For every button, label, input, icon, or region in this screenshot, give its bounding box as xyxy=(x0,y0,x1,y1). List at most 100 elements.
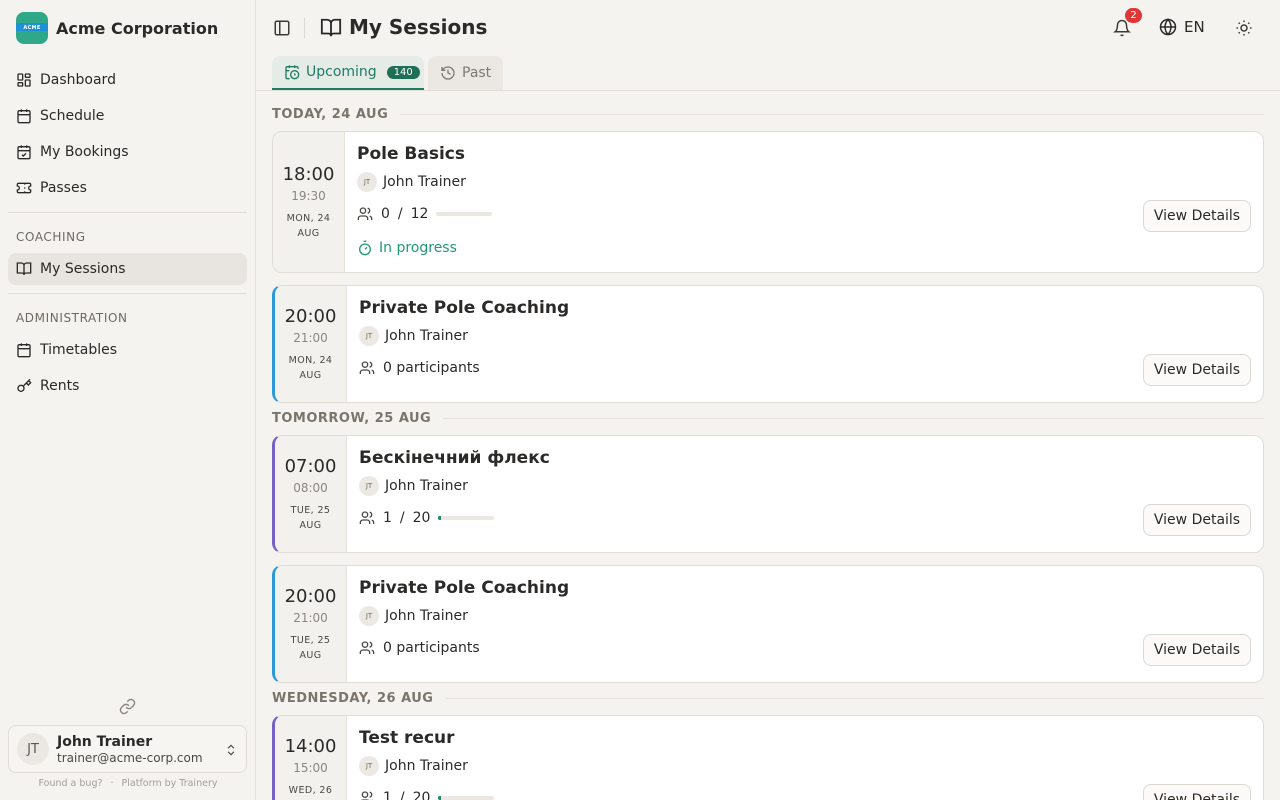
session-capacity: 1 / 20 xyxy=(359,790,495,800)
coaching-nav: My Sessions xyxy=(8,253,247,285)
users-icon xyxy=(361,791,373,800)
sidebar-item-dashboard[interactable]: Dashboard xyxy=(8,64,247,96)
session-start-time: 20:00 xyxy=(284,305,337,327)
trainer-name: John Trainer xyxy=(385,328,468,344)
brand[interactable]: ACME Acme Corporation xyxy=(16,12,218,44)
session-time: 18:00 19:30 MON, 24 AUG xyxy=(273,132,345,272)
report-bug-link[interactable]: Found a bug? xyxy=(39,778,103,789)
sidebar-item-label: Dashboard xyxy=(40,72,116,88)
tab-upcoming[interactable]: Upcoming 140 xyxy=(272,56,424,90)
sun-icon[interactable] xyxy=(1235,19,1253,37)
trainer-avatar: JT xyxy=(359,326,379,346)
session-end-time: 08:00 xyxy=(293,480,328,495)
tab-past[interactable]: Past xyxy=(428,56,503,90)
sidebar-item-my-bookings[interactable]: My Bookings xyxy=(8,136,247,168)
view-details-button[interactable]: View Details xyxy=(1143,354,1251,386)
day-heading: WEDNESDAY, 26 AUG xyxy=(272,691,1264,706)
notification-badge: 2 xyxy=(1125,8,1142,23)
sidebar-item-label: Timetables xyxy=(40,342,118,358)
footer-separator: · xyxy=(110,778,114,789)
status-label: In progress xyxy=(379,240,457,256)
sidebar-item-label: Rents xyxy=(40,378,80,394)
session-date: WED, 26 AUG xyxy=(288,785,333,796)
capacity-bar xyxy=(436,212,493,216)
user-name: John Trainer xyxy=(57,733,153,750)
chevrons-up-down-icon xyxy=(227,744,235,756)
trainer-avatar: JT xyxy=(359,756,379,776)
session-end-time: 21:00 xyxy=(293,330,328,345)
session-title: Private Pole Coaching xyxy=(359,298,570,318)
top-header: My Sessions 2 EN xyxy=(256,0,1280,56)
capacity-count: 20 xyxy=(412,790,431,800)
header-divider xyxy=(304,18,305,38)
calendar-icon xyxy=(17,109,31,124)
sidebar-item-schedule[interactable]: Schedule xyxy=(8,100,247,132)
session-body: Test recur JT John Trainer 1 / 20 xyxy=(359,716,1263,800)
capacity-separator: / xyxy=(399,510,405,526)
session-time: 20:00 21:00 TUE, 25 AUG xyxy=(275,566,347,682)
language-label: EN xyxy=(1184,18,1205,36)
capacity-bar-fill xyxy=(438,516,442,520)
platform-link[interactable]: Platform by Trainery xyxy=(122,778,218,789)
session-time: 14:00 15:00 WED, 26 AUG xyxy=(275,716,347,800)
sidebar-footer: Found a bug? · Platform by Trainery xyxy=(0,778,256,789)
ticket-icon xyxy=(16,182,32,194)
session-card: 18:00 19:30 MON, 24 AUG Pole Basics JT J… xyxy=(272,131,1264,273)
timer-icon xyxy=(359,240,371,256)
capacity-separator: / xyxy=(399,790,405,800)
coaching-heading: COACHING xyxy=(16,230,86,244)
session-end-time: 19:30 xyxy=(291,188,326,203)
sidebar-item-rents[interactable]: Rents xyxy=(8,370,247,402)
view-details-button[interactable]: View Details xyxy=(1143,504,1251,536)
session-title: Test recur xyxy=(359,728,455,748)
session-time: 07:00 08:00 TUE, 25 AUG xyxy=(275,436,347,552)
sidebar-item-my-sessions[interactable]: My Sessions xyxy=(8,253,247,285)
session-trainer: JT John Trainer xyxy=(359,326,468,346)
sidebar-item-label: My Sessions xyxy=(40,261,126,277)
session-title: Pole Basics xyxy=(357,144,465,164)
session-card: 14:00 15:00 WED, 26 AUG Test recur JT Jo… xyxy=(272,715,1264,800)
sidebar-item-timetables[interactable]: Timetables xyxy=(8,334,247,366)
view-details-button[interactable]: View Details xyxy=(1143,634,1251,666)
view-details-button[interactable]: View Details xyxy=(1143,200,1251,232)
sidebar-item-label: Schedule xyxy=(40,108,105,124)
day-heading: TODAY, 24 AUG xyxy=(272,107,1264,122)
trainer-name: John Trainer xyxy=(385,758,468,774)
session-body: Бескінечний флекс JT John Trainer 1 / 20 xyxy=(359,436,1263,552)
sidebar-item-passes[interactable]: Passes xyxy=(8,172,247,204)
session-card: 20:00 21:00 TUE, 25 AUG Private Pole Coa… xyxy=(272,565,1264,683)
session-date: MON, 24 AUG xyxy=(286,212,331,239)
sidebar-toggle-icon[interactable] xyxy=(273,19,291,37)
users-icon xyxy=(359,511,375,524)
tab-count-badge: 140 xyxy=(386,65,420,79)
link-icon[interactable] xyxy=(119,698,136,715)
capacity-separator: / xyxy=(397,206,403,222)
session-trainer: JT John Trainer xyxy=(359,606,468,626)
participants-label: 0 participants xyxy=(383,360,480,376)
session-body: Private Pole Coaching JT John Trainer 0 … xyxy=(359,566,1263,682)
trainer-avatar: JT xyxy=(359,476,379,496)
participants-label: 0 participants xyxy=(383,640,480,656)
users-icon xyxy=(357,207,373,220)
book-open-icon xyxy=(16,262,32,276)
user-menu[interactable]: JT John Trainer trainer@acme-corp.com xyxy=(8,725,247,773)
tabs-divider xyxy=(256,90,1280,91)
users-icon xyxy=(359,361,375,374)
session-date: MON, 24 AUG xyxy=(288,354,333,381)
trainer-avatar: JT xyxy=(357,172,377,192)
language-switcher[interactable]: EN xyxy=(1159,18,1205,36)
capacity-count: 20 xyxy=(412,510,431,526)
calendar-icon xyxy=(17,343,31,358)
trainer-name: John Trainer xyxy=(385,478,468,494)
trainer-name: John Trainer xyxy=(385,608,468,624)
view-details-button[interactable]: View Details xyxy=(1143,784,1251,800)
session-start-time: 14:00 xyxy=(284,736,337,757)
book-open-icon xyxy=(320,18,342,37)
booked-count: 1 xyxy=(383,510,392,526)
history-icon xyxy=(441,66,455,80)
globe-icon xyxy=(1159,18,1177,36)
nav-divider xyxy=(8,212,247,213)
key-icon xyxy=(17,378,32,392)
session-body: Private Pole Coaching JT John Trainer 0 … xyxy=(359,286,1263,402)
calendar-check-icon xyxy=(17,145,31,160)
